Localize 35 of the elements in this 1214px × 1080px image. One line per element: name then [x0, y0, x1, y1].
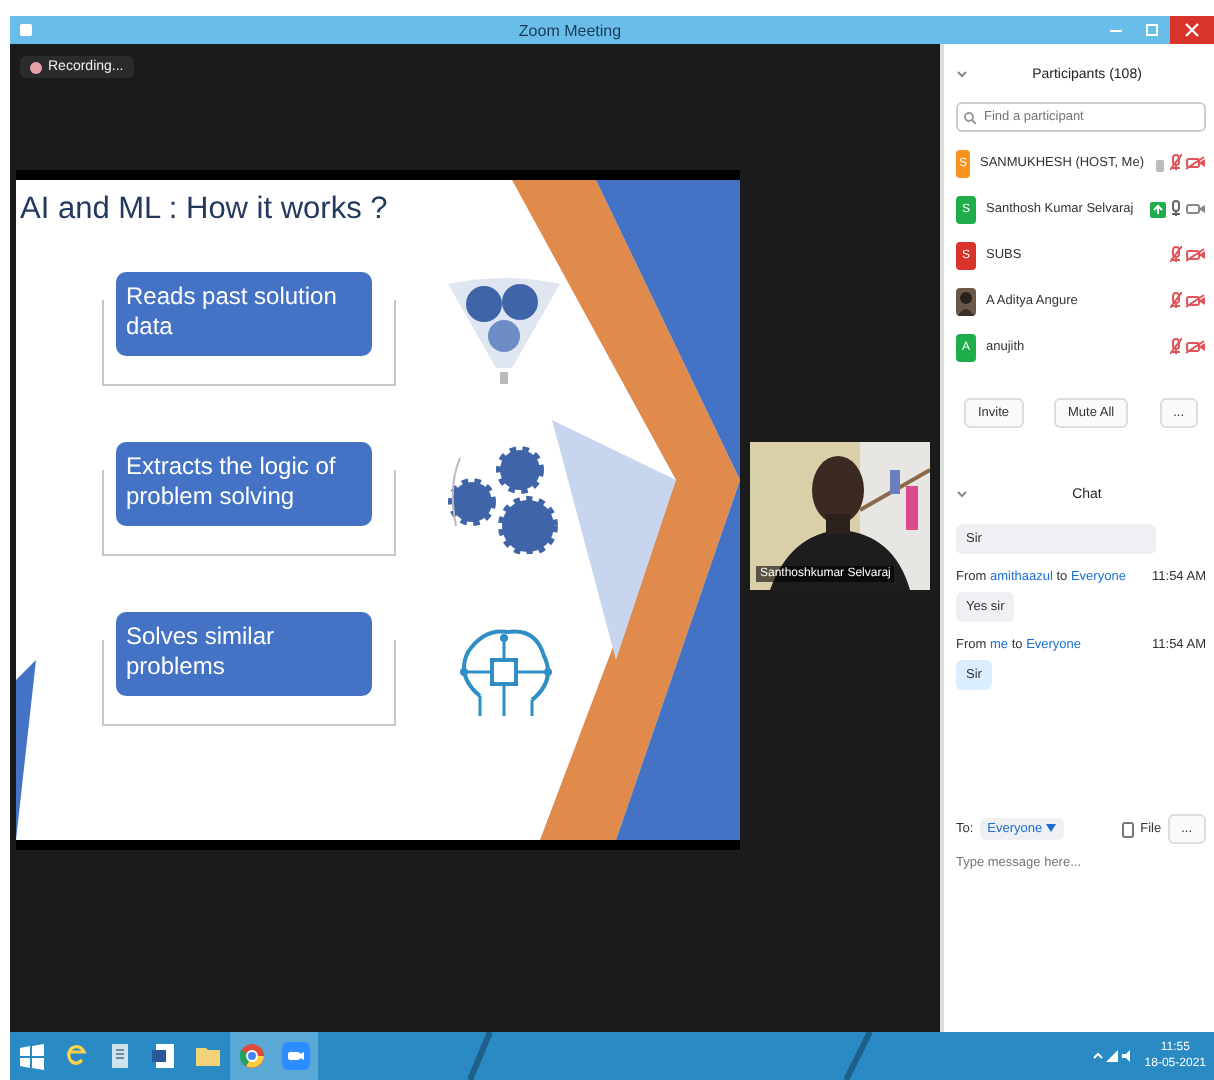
document-icon[interactable]: [150, 1042, 178, 1070]
window-title: Zoom Meeting: [516, 21, 624, 39]
microphone-icon[interactable]: [1170, 200, 1182, 218]
windows-logo-icon[interactable]: [18, 1042, 46, 1070]
step-box: Extracts the logic of problem solving: [116, 442, 372, 526]
folder-icon[interactable]: [194, 1042, 222, 1070]
app-icon: [18, 22, 34, 38]
chevron-down-icon[interactable]: [956, 488, 968, 500]
chevron-down-icon[interactable]: [956, 68, 968, 80]
caret-up-icon[interactable]: [1092, 1050, 1105, 1062]
video-off-icon[interactable]: [1186, 156, 1206, 170]
browser-icon[interactable]: [238, 1042, 266, 1070]
step-box: Reads past solution data: [116, 272, 372, 356]
taskbar-stripe: [843, 1032, 873, 1080]
record-icon: [30, 61, 42, 73]
slide-title: AI and ML : How it works ?: [20, 192, 388, 228]
muted-microphone-icon[interactable]: [1170, 154, 1182, 172]
close-icon: [1184, 22, 1200, 38]
video-off-icon[interactable]: [1186, 294, 1206, 308]
taskbar-stripe: [467, 1032, 493, 1080]
close-button[interactable]: [1170, 16, 1214, 44]
step-box: Solves similar problems: [116, 612, 372, 696]
search-icon: [964, 112, 976, 124]
video-off-icon[interactable]: [1186, 340, 1206, 354]
caret-down-icon: [1045, 824, 1056, 832]
muted-microphone-icon[interactable]: [1170, 246, 1182, 264]
video-camera-icon[interactable]: [1186, 202, 1206, 216]
video-camera-icon[interactable]: [282, 1042, 310, 1070]
muted-microphone-icon[interactable]: [1170, 292, 1182, 310]
video-off-icon[interactable]: [1186, 248, 1206, 262]
muted-microphone-icon[interactable]: [1170, 338, 1182, 356]
file-icon[interactable]: [1122, 821, 1135, 837]
notepad-icon[interactable]: [106, 1042, 134, 1070]
browser-icon[interactable]: [62, 1042, 90, 1070]
maximize-icon: [1144, 22, 1160, 38]
